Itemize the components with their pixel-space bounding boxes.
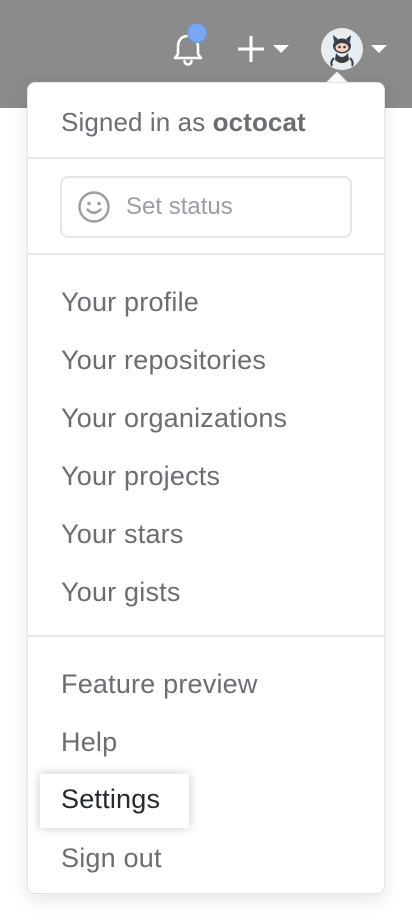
smiley-icon <box>78 191 110 223</box>
menu-item-your-gists[interactable]: Your gists <box>61 577 181 608</box>
menu-item-your-organizations[interactable]: Your organizations <box>61 403 287 434</box>
set-status-button[interactable]: Set status <box>60 176 352 238</box>
signed-in-prefix: Signed in as <box>61 107 213 137</box>
caret-down-icon <box>371 45 387 53</box>
octocat-avatar <box>321 28 363 70</box>
menu-item-settings[interactable]: Settings <box>61 784 160 815</box>
menu-item-help[interactable]: Help <box>61 727 117 758</box>
menu-item-your-profile[interactable]: Your profile <box>61 287 199 318</box>
create-new-button[interactable] <box>236 31 292 67</box>
settings-highlight: Settings <box>40 774 189 828</box>
menu-item-your-stars[interactable]: Your stars <box>61 519 184 550</box>
plus-icon <box>238 36 264 62</box>
user-dropdown-menu: Signed in as octocat Set status Your pro… <box>27 82 385 894</box>
caret-down-icon <box>273 45 289 53</box>
menu-item-your-projects[interactable]: Your projects <box>61 461 220 492</box>
notification-indicator <box>187 23 207 43</box>
menu-item-sign-out[interactable]: Sign out <box>61 843 162 874</box>
menu-divider <box>28 635 384 637</box>
menu-item-feature-preview[interactable]: Feature preview <box>61 669 258 700</box>
user-menu-button[interactable] <box>321 28 389 70</box>
username: octocat <box>212 107 306 137</box>
set-status-label: Set status <box>126 193 233 220</box>
menu-divider <box>28 253 384 255</box>
menu-item-your-repositories[interactable]: Your repositories <box>61 345 266 376</box>
signed-in-header: Signed in as octocat <box>61 107 306 138</box>
menu-divider <box>28 157 384 159</box>
